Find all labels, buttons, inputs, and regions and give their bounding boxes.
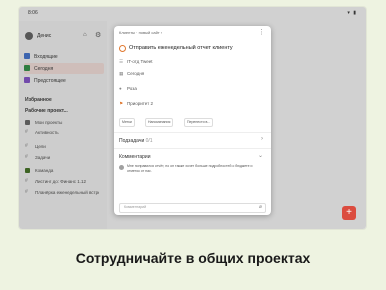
date-text: Сегодня bbox=[127, 71, 145, 76]
comment-placeholder: Комментарий bbox=[124, 205, 147, 209]
calendar-icon: ▦ bbox=[119, 71, 124, 76]
task-title[interactable]: Отправить еженедельный отчет клиенту bbox=[129, 45, 233, 51]
priority-row[interactable]: ⚑ Приоритет 2 bbox=[119, 101, 153, 107]
subtasks-label: Подзадачи bbox=[119, 138, 145, 144]
subtasks-header[interactable]: Подзадачи 0/1 bbox=[119, 138, 153, 144]
add-task-button[interactable]: + bbox=[342, 206, 356, 220]
avatar bbox=[119, 165, 124, 170]
more-icon[interactable]: ⋮ bbox=[258, 28, 265, 36]
project-row[interactable]: ☰ IT-отд Tweet bbox=[119, 59, 152, 65]
task-checkbox[interactable] bbox=[119, 45, 126, 52]
flag-icon: ⚑ bbox=[119, 101, 124, 106]
comment-text: Мне понравился отчёт, но он также хочет … bbox=[127, 164, 253, 173]
divider bbox=[114, 148, 271, 149]
move-button[interactable]: Перенести в... bbox=[184, 118, 214, 127]
tablet-screen: 8:06 ▾ ▮ Денис ⌂ ⚙ Входящие Сегодня Пред… bbox=[19, 7, 366, 229]
divider bbox=[114, 132, 271, 133]
assignee-row[interactable]: ● Роза bbox=[119, 86, 137, 91]
avatar-icon: ● bbox=[119, 86, 122, 91]
reminders-button[interactable]: Напоминания bbox=[145, 118, 174, 127]
project-icon: ☰ bbox=[119, 59, 124, 64]
comment-input[interactable]: Комментарий ⌀ bbox=[119, 203, 266, 213]
task-detail-modal: Клиенты · новый сайт › ⋮ Отправить ежене… bbox=[114, 26, 271, 215]
assignee-text: Роза bbox=[127, 86, 137, 91]
chevron-down-icon[interactable]: ⌄ bbox=[258, 152, 263, 159]
breadcrumb[interactable]: Клиенты · новый сайт › bbox=[119, 30, 162, 35]
comments-header[interactable]: Комментарии bbox=[119, 154, 151, 160]
labels-button[interactable]: Метки bbox=[119, 118, 135, 127]
subtasks-count: 0/1 bbox=[145, 138, 153, 144]
date-row[interactable]: ▦ Сегодня bbox=[119, 71, 144, 77]
priority-text: Приоритет 2 bbox=[127, 101, 153, 106]
chevron-right-icon[interactable]: › bbox=[261, 136, 263, 142]
attachment-icon[interactable]: ⌀ bbox=[259, 204, 262, 210]
promo-caption: Сотрудничайте в общих проектах bbox=[75, 250, 311, 266]
project-text: IT-отд Tweet bbox=[127, 59, 153, 64]
